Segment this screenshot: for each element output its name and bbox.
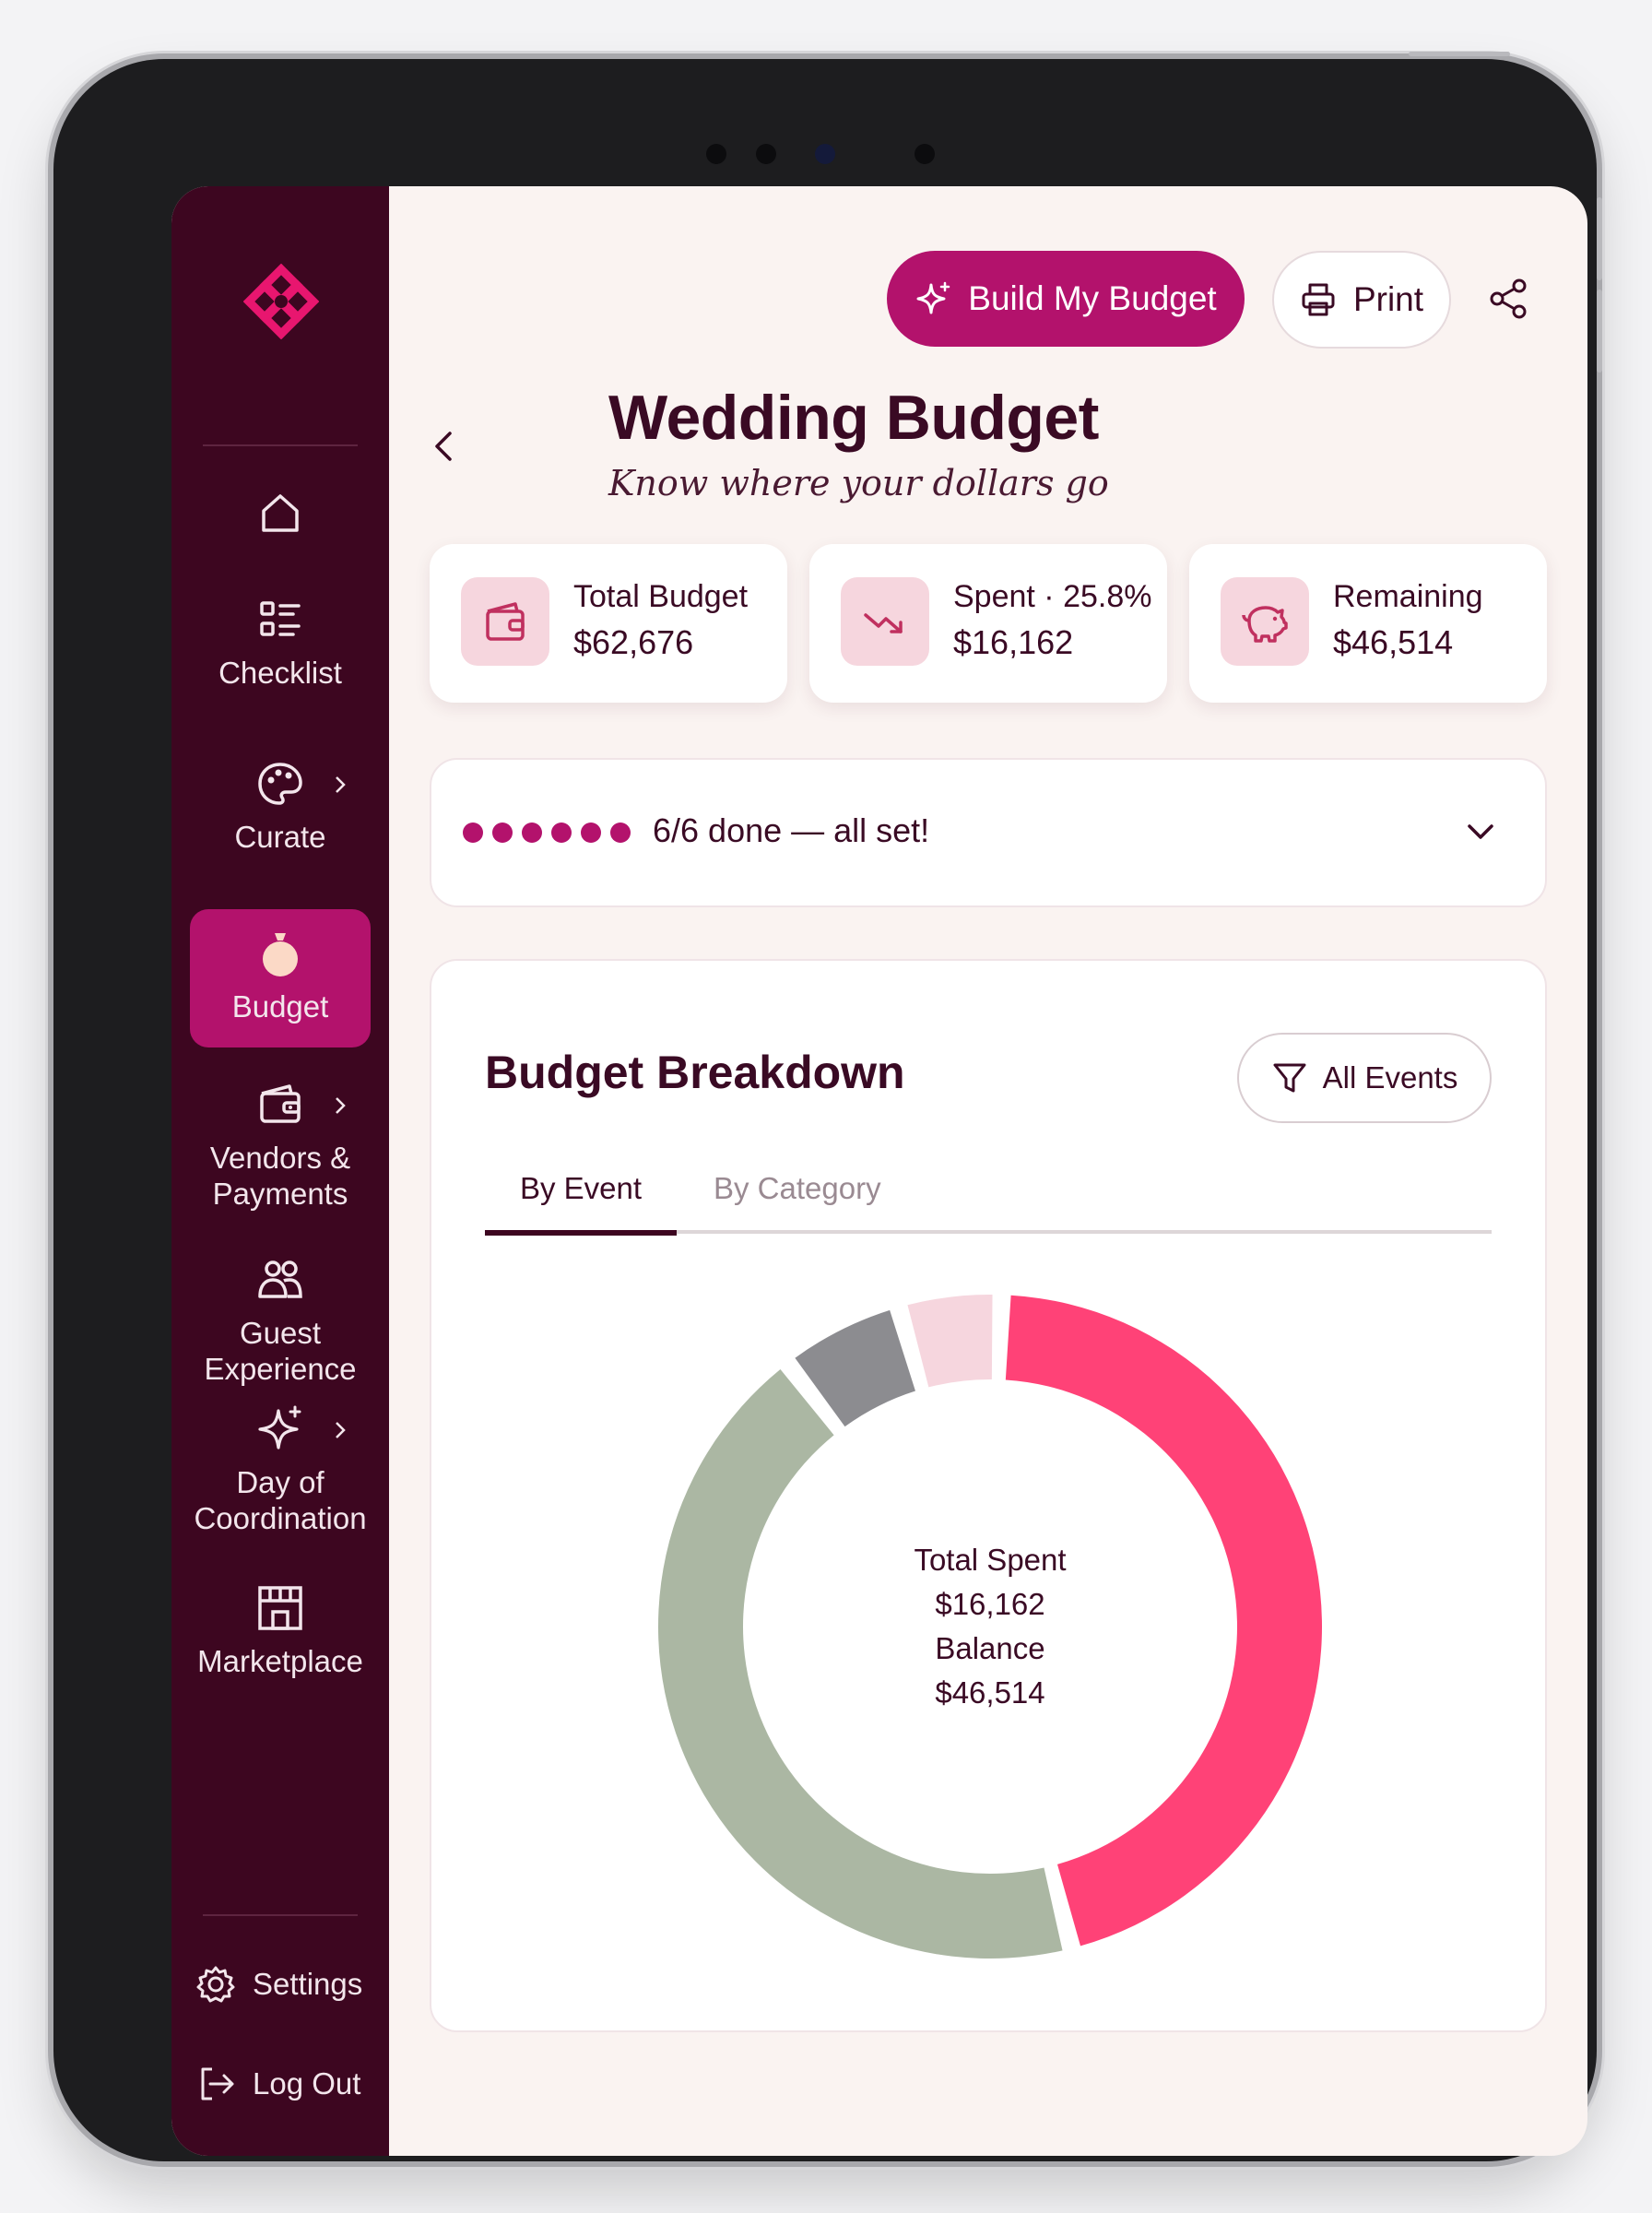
- progress-text: 6/6 done — all set!: [653, 811, 930, 849]
- filter-icon: [1273, 1063, 1306, 1093]
- sidebar: Checklist Curate Budget Vendors & Paymen…: [171, 186, 389, 2156]
- sensor-dot: [706, 144, 726, 164]
- back-arrow-icon[interactable]: [428, 428, 461, 465]
- chevron-right-icon[interactable]: [330, 775, 350, 795]
- storefront-icon: [258, 1586, 302, 1630]
- sidebar-item-label: Budget: [231, 989, 329, 1024]
- stat-card-spent: Spent · 25.8% $16,162: [809, 544, 1167, 703]
- stat-label: Remaining: [1333, 579, 1483, 614]
- setup-progress-card[interactable]: 6/6 done — all set!: [430, 758, 1547, 907]
- sensor-dot: [756, 144, 776, 164]
- sidebar-item-day-of-coordination[interactable]: Day of Coordination: [190, 1403, 371, 1551]
- progress-dot: [522, 822, 542, 843]
- sidebar-item-label: Day of Coordination: [194, 1465, 367, 1535]
- chevron-down-icon[interactable]: [1462, 817, 1499, 848]
- sidebar-item-budget[interactable]: Budget: [190, 909, 371, 1047]
- home-icon: [262, 494, 299, 532]
- app-screen: Checklist Curate Budget Vendors & Paymen…: [171, 186, 1587, 2156]
- total-spent-value: $16,162: [935, 1587, 1045, 1621]
- tab-by-category[interactable]: By Category: [714, 1171, 881, 1230]
- breakdown-tabs: By Event By Category: [485, 1164, 1492, 1236]
- sidebar-item-label: Guest Experience: [204, 1316, 357, 1386]
- power-button: [1409, 52, 1510, 56]
- sidebar-item-checklist[interactable]: Checklist: [190, 594, 371, 714]
- sidebar-divider: [203, 1914, 358, 1916]
- budget-breakdown-card: Budget Breakdown All Events By Event By …: [430, 959, 1547, 2032]
- camera-icon: [815, 144, 835, 164]
- palette-icon: [258, 763, 302, 805]
- stat-value: $46,514: [1333, 623, 1454, 661]
- sidebar-item-vendors-payments[interactable]: Vendors & Payments: [190, 1079, 371, 1226]
- volume-up-button: [1597, 197, 1602, 280]
- sparkle-icon: [916, 281, 950, 314]
- tab-by-event[interactable]: By Event: [485, 1171, 677, 1236]
- page-title: Wedding Budget: [608, 383, 1099, 453]
- volume-down-button: [1597, 290, 1602, 373]
- stat-value: $62,676: [573, 623, 694, 661]
- stat-card-total-budget: Total Budget $62,676: [430, 544, 787, 703]
- sidebar-item-label: Curate: [234, 820, 326, 854]
- trending-down-icon: [864, 613, 903, 633]
- breakdown-title: Budget Breakdown: [485, 1047, 905, 1098]
- balance-label: Balance: [935, 1631, 1045, 1665]
- chevron-right-icon[interactable]: [330, 1095, 350, 1116]
- brand-logo-icon: [243, 264, 319, 339]
- checklist-icon: [260, 601, 301, 636]
- filter-label: All Events: [1322, 1060, 1458, 1095]
- sidebar-item-curate[interactable]: Curate: [190, 758, 371, 878]
- gear-icon: [196, 1966, 235, 2003]
- progress-dot: [610, 822, 631, 843]
- balance-value: $46,514: [935, 1675, 1045, 1710]
- users-icon: [258, 1260, 302, 1298]
- logout-button[interactable]: Log Out: [195, 2064, 360, 2104]
- sidebar-item-label: Checklist: [218, 656, 342, 690]
- wallet-icon: [260, 1084, 301, 1123]
- sidebar-item-label: Marketplace: [197, 1644, 363, 1678]
- piggy-bank-icon: [1242, 606, 1288, 643]
- tablet-frame: Checklist Curate Budget Vendors & Paymen…: [53, 52, 1602, 2161]
- settings-button[interactable]: Settings: [195, 1964, 362, 2005]
- logout-label: Log Out: [253, 2066, 361, 2101]
- wallet-icon: [486, 602, 525, 641]
- print-button[interactable]: Print: [1272, 251, 1451, 349]
- settings-label: Settings: [253, 1967, 363, 2001]
- page-subtitle: Know where your dollars go: [608, 463, 1109, 503]
- sensor-dot: [914, 144, 935, 164]
- build-my-budget-button[interactable]: Build My Budget: [887, 251, 1245, 347]
- donut-center-summary: Total Spent $16,162 Balance $46,514: [658, 1295, 1322, 1959]
- sidebar-item-guest-experience[interactable]: Guest Experience: [190, 1254, 371, 1402]
- event-filter-button[interactable]: All Events: [1237, 1033, 1492, 1123]
- stat-icon-bg: [1221, 577, 1309, 666]
- progress-dot: [463, 822, 483, 843]
- progress-dot: [551, 822, 572, 843]
- print-button-label: Print: [1352, 280, 1424, 318]
- total-spent-label: Total Spent: [914, 1543, 1067, 1577]
- sparkle-icon: [258, 1405, 301, 1450]
- sidebar-item-marketplace[interactable]: Marketplace: [190, 1582, 371, 1702]
- sidebar-divider: [203, 444, 358, 446]
- money-bag-icon: [263, 933, 298, 976]
- chevron-right-icon[interactable]: [330, 1420, 350, 1440]
- stat-label: Spent · 25.8%: [953, 579, 1152, 614]
- stat-icon-bg: [461, 577, 549, 666]
- stat-card-remaining: Remaining $46,514: [1189, 544, 1547, 703]
- logout-icon: [201, 2067, 234, 2101]
- build-button-label: Build My Budget: [968, 279, 1217, 317]
- share-icon[interactable]: [1486, 277, 1530, 321]
- printer-icon: [1302, 283, 1335, 316]
- sidebar-item-label: Vendors & Payments: [209, 1141, 351, 1211]
- progress-dot: [492, 822, 513, 843]
- stat-label: Total Budget: [573, 579, 749, 614]
- main-content: Build My Budget Print Wedding Budget Kno…: [389, 186, 1587, 2156]
- sidebar-item-home[interactable]: [190, 487, 371, 570]
- stat-icon-bg: [841, 577, 929, 666]
- stat-value: $16,162: [953, 623, 1074, 661]
- progress-dots: [463, 822, 631, 843]
- progress-dot: [581, 822, 601, 843]
